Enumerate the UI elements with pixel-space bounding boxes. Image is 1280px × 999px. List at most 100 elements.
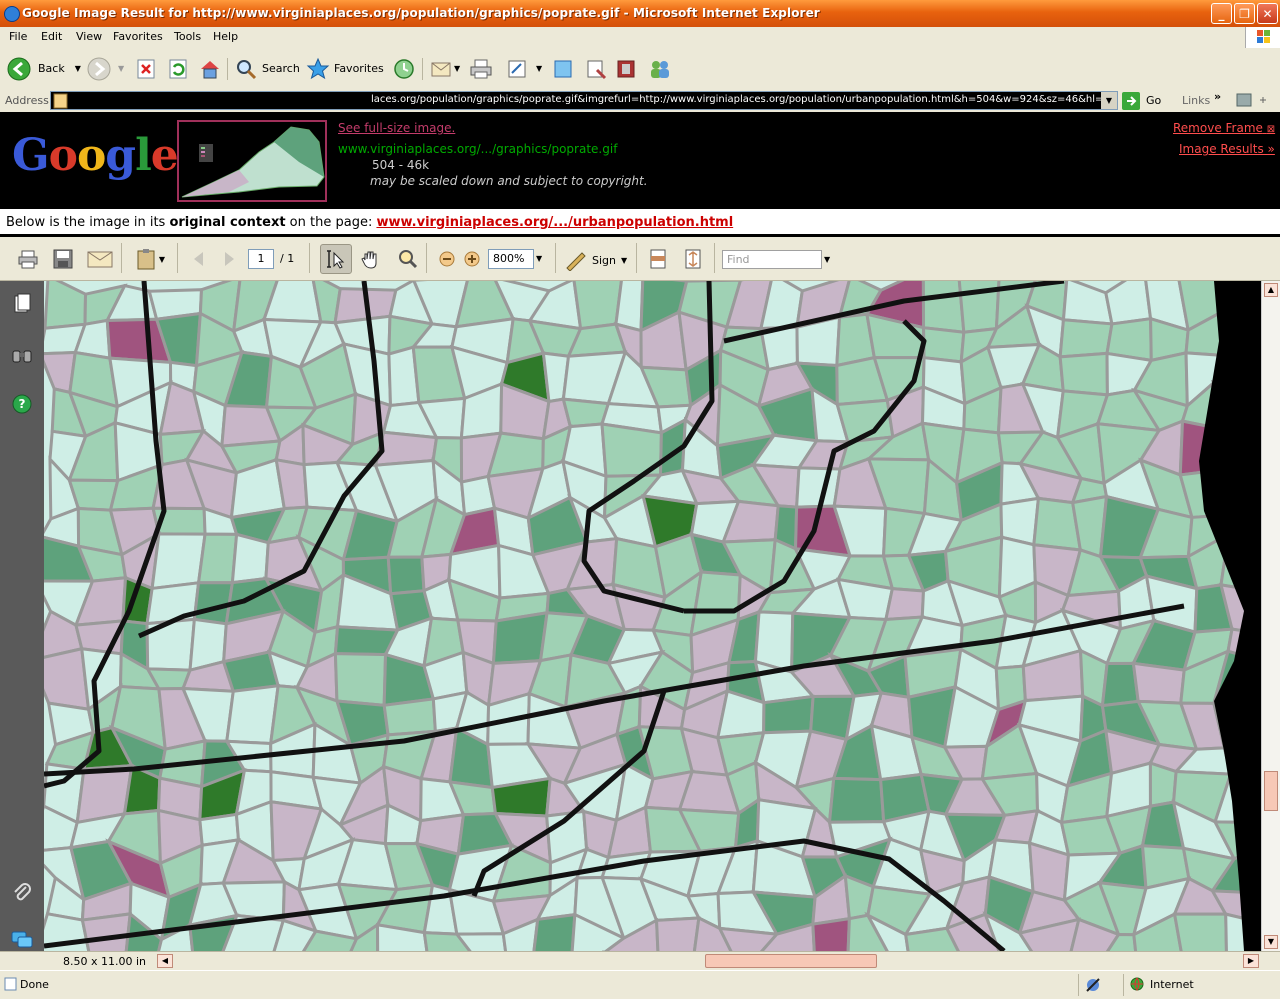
county-cell [829,778,883,822]
scroll-down-arrow-icon[interactable]: ▼ [1264,935,1278,949]
pdf-save-button[interactable] [51,247,75,271]
pdf-print-button[interactable] [16,247,40,271]
pdf-email-button[interactable] [86,247,114,271]
find-dropdown-icon[interactable]: ▼ [824,255,830,264]
magnifier-icon [396,248,420,270]
zoom-in-button[interactable] [460,247,484,271]
links-chevron-icon[interactable]: » [1214,90,1221,103]
address-dropdown-icon[interactable]: ▼ [1101,92,1117,109]
refresh-button[interactable] [167,48,189,89]
google-image-frame: Google See full-size image. www.virginia… [0,112,1280,209]
review-clipboard-icon [135,248,159,270]
scroll-up-arrow-icon[interactable]: ▲ [1264,283,1278,297]
menu-view[interactable]: View [76,30,102,43]
menu-tools[interactable]: Tools [174,30,201,43]
research-button[interactable] [585,48,607,89]
address-input[interactable]: laces.org/population/graphics/poprate.gi… [50,91,1118,110]
forward-dropdown-icon[interactable]: ▼ [118,64,124,73]
fit-width-button[interactable] [646,247,670,271]
attachments-button[interactable] [11,881,33,903]
fit-page-button[interactable] [681,247,705,271]
next-page-button[interactable] [217,247,241,271]
help-button[interactable]: ? [11,393,33,415]
source-page-link[interactable]: www.virginiaplaces.org/.../urbanpopulati… [376,215,733,230]
forward-button[interactable]: ▼ [86,48,124,89]
media-button[interactable] [615,48,637,89]
vertical-scrollbar[interactable]: ▲ ▼ [1261,281,1280,951]
zoom-out-button[interactable] [435,247,459,271]
county-cell [886,589,924,620]
close-button[interactable]: ✕ [1257,3,1278,24]
find-input[interactable]: Find [722,250,822,269]
menu-favorites[interactable]: Favorites [113,30,163,43]
window-title-bar[interactable]: Google Image Result for http://www.virgi… [0,0,1280,27]
virginia-map-thumbnail-icon [179,122,325,200]
back-button[interactable]: Back ▼ [6,48,81,89]
search-button[interactable]: Search [235,48,300,89]
print-icon [17,248,39,270]
home-button[interactable] [199,48,221,89]
hand-tool-button[interactable] [358,247,382,271]
close-frame-icon: ⊠ [1267,124,1275,135]
messenger-button[interactable] [647,48,673,89]
minimize-button[interactable]: _ [1211,3,1232,24]
pen-icon [564,249,588,271]
pages-panel-button[interactable] [11,293,33,315]
mail-button[interactable]: ▼ [430,48,460,89]
page-done-icon [4,977,18,991]
scroll-right-arrow-icon[interactable]: ▶ [1243,954,1259,968]
county-cells [44,281,1261,951]
favorites-button[interactable]: Favorites [306,48,384,89]
menu-edit[interactable]: Edit [41,30,62,43]
google-logo[interactable]: Google [12,130,178,181]
edit-button[interactable]: ▼ [506,48,542,89]
vertical-scroll-thumb[interactable] [1264,771,1278,811]
maximize-button[interactable]: ❐ [1234,3,1255,24]
select-tool-button[interactable] [320,244,352,274]
history-button[interactable] [393,48,415,89]
page-size-label: 8.50 x 11.00 in [63,955,146,968]
review-dropdown-icon: ▼ [159,255,165,264]
zoom-tool-button[interactable] [395,247,421,271]
favorites-star-icon [306,57,330,81]
prev-page-button[interactable] [187,247,211,271]
address-bar: Address laces.org/population/graphics/po… [0,89,1280,112]
zoom-level-input[interactable]: 800% [488,249,534,269]
image-thumbnail[interactable] [177,120,327,202]
page-number-input[interactable]: 1 [248,249,274,269]
mail-icon [430,58,452,80]
edit-dropdown-icon[interactable]: ▼ [536,64,542,73]
horizontal-scroll-thumb[interactable] [705,954,877,968]
back-label: Back [38,62,65,75]
county-cell [82,914,130,951]
county-cell [388,557,424,594]
zoom-dropdown-icon[interactable]: ▼ [536,254,542,263]
pdf-review-button[interactable]: ▼ [132,247,168,271]
menu-file[interactable]: File [9,30,27,43]
see-full-size-link[interactable]: See full-size image. [338,121,455,135]
go-button[interactable]: Go [1122,91,1161,110]
discuss-button[interactable] [552,48,574,89]
email-icon [87,249,113,269]
county-cell [1063,281,1111,324]
scroll-left-arrow-icon[interactable]: ◀ [157,954,173,968]
mail-dropdown-icon[interactable]: ▼ [454,64,460,73]
sign-button[interactable]: Sign ▼ [564,240,627,280]
county-cell [232,534,268,582]
print-button[interactable] [469,48,493,89]
population-map-image[interactable] [44,281,1261,951]
sign-label: Sign [592,254,616,267]
comments-button[interactable] [11,929,33,951]
standard-toolbar: Back ▼ ▼ Search Favorites ▼ ▼ [0,48,1280,90]
toolbar-separator [714,243,715,273]
extension-icon[interactable] [1236,92,1270,110]
stop-button[interactable] [135,48,157,89]
image-results-link[interactable]: Image Results » [1179,142,1275,156]
search-label: Search [262,62,300,75]
search-panel-button[interactable] [11,344,33,366]
remove-frame-link[interactable]: Remove Frame ⊠ [1173,121,1275,135]
back-dropdown-icon[interactable]: ▼ [75,64,81,73]
links-label[interactable]: Links [1182,94,1210,107]
stop-icon [135,58,157,80]
menu-help[interactable]: Help [213,30,238,43]
